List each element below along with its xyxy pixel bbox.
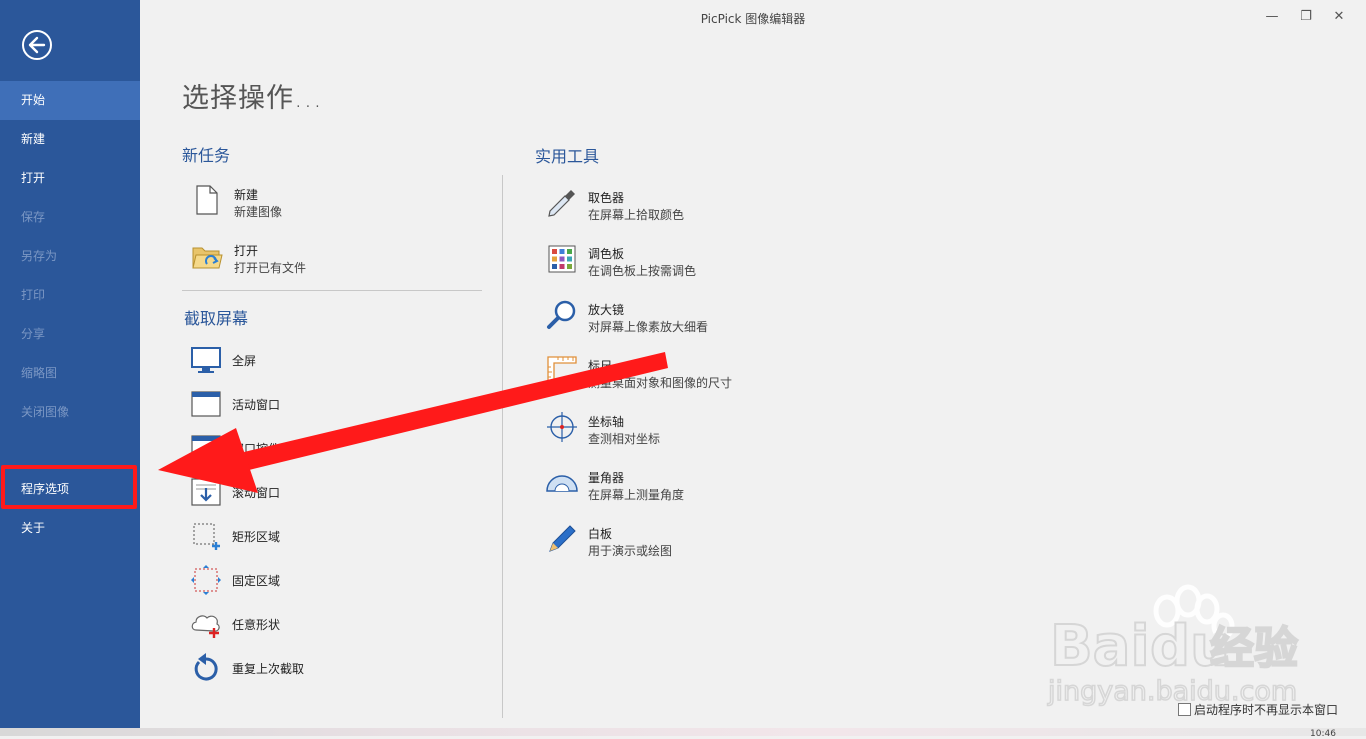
task-title: 新建 [234,188,259,202]
tool-subtitle: 在屏幕上测量角度 [588,488,685,502]
new-file-icon [196,185,218,215]
task-subtitle: 新建图像 [234,205,283,219]
protractor-icon [546,475,578,492]
pen-icon [549,525,576,552]
taskbar-strip [0,728,1366,736]
capture-active-window[interactable]: 活动窗口 [190,388,440,420]
tool-subtitle: 在屏幕上拾取颜色 [588,208,685,222]
watermark-brand-1: Bai [1050,614,1150,679]
sidebar-item-start[interactable]: 开始 [0,81,140,120]
tools-heading: 实用工具 [535,147,600,166]
window-title: PicPick 图像编辑器 [700,12,806,26]
task-title: 重复上次截取 [232,662,305,676]
task-title: 固定区域 [232,574,281,588]
scroll-window-icon [191,478,221,506]
tool-ruler[interactable]: 标尺 测量桌面对象和图像的尺寸 [546,355,806,391]
baidu-jingyan-watermark: Bai du 经验 jingyan.baidu.com [1046,584,1299,708]
freehand-icon [191,615,220,638]
sidebar-item-share: 分享 [21,327,46,341]
new-task-heading: 新任务 [182,146,231,165]
close-button[interactable]: ✕ [1324,4,1354,30]
rectangle-select-icon [193,523,220,550]
tool-subtitle: 测量桌面对象和图像的尺寸 [588,376,733,390]
tool-palette[interactable]: 调色板 在调色板上按需调色 [546,243,806,279]
tool-title: 取色器 [588,191,625,205]
tool-subtitle: 对屏幕上像素放大细看 [588,320,709,334]
sidebar-item-print: 打印 [21,288,46,302]
sidebar-item-save-as: 另存为 [21,249,58,263]
window-control-icon [191,435,221,461]
tool-whiteboard[interactable]: 白板 用于演示或绘图 [546,523,806,559]
task-title: 任意形状 [232,618,281,632]
task-subtitle: 打开已有文件 [234,261,307,275]
task-open-file[interactable]: 打开 打开已有文件 [192,240,442,276]
repeat-icon [194,653,218,681]
sidebar-item-open[interactable]: 打开 [0,159,140,198]
capture-freehand[interactable]: 任意形状 [190,608,440,640]
capture-window-control[interactable]: 窗口控件 [190,432,440,464]
maximize-button[interactable]: ❐ [1291,4,1321,30]
tool-title: 标尺 [588,359,613,373]
sidebar-item-new[interactable]: 新建 [0,120,140,159]
task-title: 打开 [234,244,259,258]
sidebar-item-about[interactable]: 关于 [0,509,140,548]
ruler-icon [547,356,577,387]
section-divider [182,290,482,291]
column-divider [502,175,503,718]
tool-subtitle: 在调色板上按需调色 [588,264,697,278]
taskbar-clock: 10:46 [1310,729,1336,739]
task-title: 活动窗口 [232,398,281,412]
tool-crosshair[interactable]: 坐标轴 查测相对坐标 [546,411,806,447]
minimize-button[interactable]: — [1257,4,1287,30]
window-icon [191,391,221,417]
annotation-highlight-box [1,465,137,509]
magnifier-icon [547,300,576,329]
tool-subtitle: 查测相对坐标 [588,432,661,446]
fixed-region-icon [191,565,221,595]
tool-title: 调色板 [588,247,625,261]
crosshair-icon [547,412,577,442]
watermark-brand-cn: 经验 [1210,623,1298,674]
tool-color-picker[interactable]: 取色器 在屏幕上拾取颜色 [546,187,806,223]
tool-subtitle: 用于演示或绘图 [588,544,673,558]
sidebar-item-thumbnails: 缩略图 [21,366,58,380]
sidebar-item-save: 保存 [21,210,46,224]
tool-title: 放大镜 [588,303,625,317]
capture-fullscreen[interactable]: 全屏 [190,344,440,376]
back-arrow-icon[interactable] [22,30,52,60]
watermark-url: jingyan.baidu.com [1047,676,1297,707]
sidebar-item-close-image: 关闭图像 [21,405,70,419]
title-bar: PicPick 图像编辑器 — ❐ ✕ [140,0,1366,34]
capture-scroll-window[interactable]: 滚动窗口 [190,476,440,508]
task-title: 滚动窗口 [232,486,281,500]
monitor-icon [191,347,221,373]
capture-rectangle[interactable]: 矩形区域 [190,520,440,552]
task-new-image[interactable]: 新建 新建图像 [192,184,442,220]
task-title: 窗口控件 [232,442,281,456]
tool-protractor[interactable]: 量角器 在屏幕上测量角度 [546,467,806,503]
tool-title: 量角器 [588,471,625,485]
task-title: 矩形区域 [232,530,281,544]
capture-heading: 截取屏幕 [184,309,249,328]
tool-magnifier[interactable]: 放大镜 对屏幕上像素放大细看 [546,299,806,335]
tool-title: 白板 [588,527,613,541]
tool-title: 坐标轴 [588,415,625,429]
backstage-sidebar: 开始 新建 打开 保存 另存为 打印 分享 缩略图 关闭图像 程序选项 关于 [0,0,140,736]
task-title: 全屏 [232,354,257,368]
capture-fixed-region[interactable]: 固定区域 [190,564,440,596]
open-folder-icon [192,247,223,269]
capture-repeat-last[interactable]: 重复上次截取 [190,652,440,684]
page-title: 选择操作... [182,83,323,114]
palette-icon [548,245,576,273]
eyedropper-icon [548,190,575,217]
